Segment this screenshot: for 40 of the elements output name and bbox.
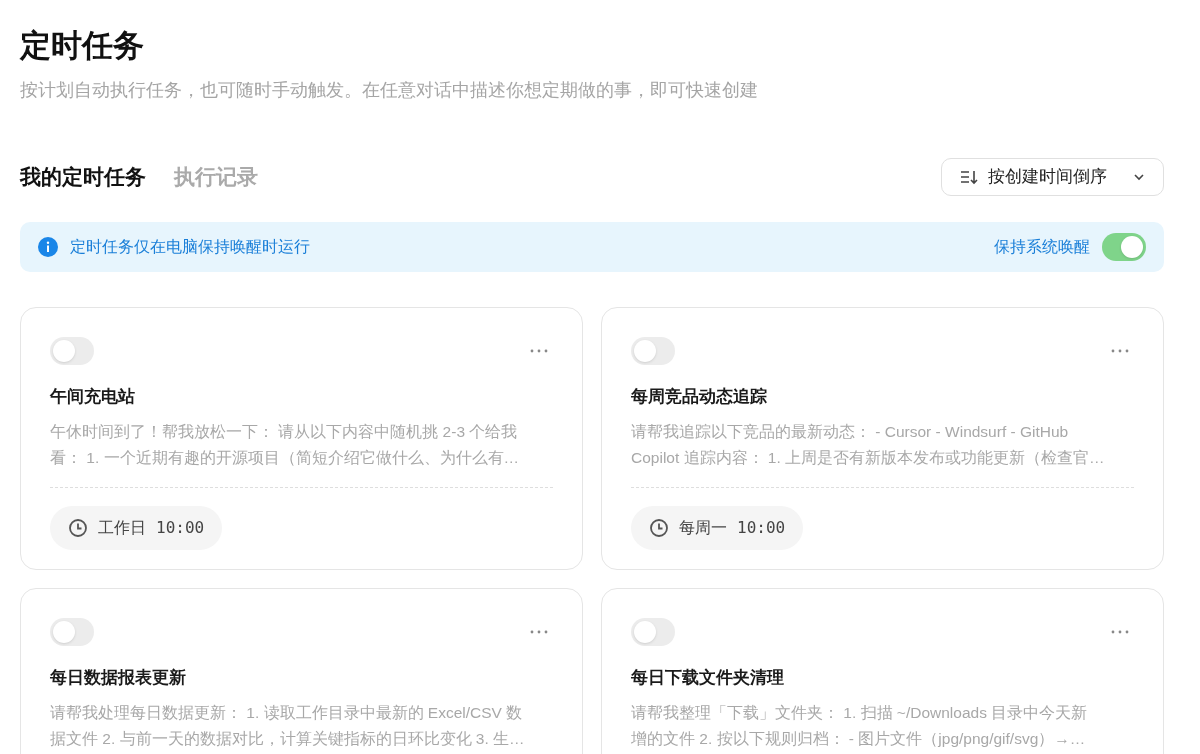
- task-description: 据文件 2. 与前一天的数据对比，计算关键指标的日环比变化 3. 生…: [50, 729, 526, 749]
- toggle-label: 保持系统唤醒: [994, 237, 1090, 257]
- more-icon: [529, 349, 549, 353]
- task-card[interactable]: 午间充电站 午休时间到了！帮我放松一下： 请从以下内容中随机挑 2-3 个给我 看： 1. 一个近期有趣的开源项目（简短介绍它做什么、为什么有… 工作日 10:00: [20, 307, 583, 570]
- task-title: 每周竞品动态追踪: [631, 386, 768, 408]
- task-description: 看： 1. 一个近期有趣的开源项目（简短介绍它做什么、为什么有…: [50, 448, 521, 468]
- task-description: 请帮我处理每日数据更新： 1. 读取工作目录中最新的 Excel/CSV 数: [50, 703, 524, 723]
- toggle-switch[interactable]: [50, 618, 94, 646]
- more-icon: [529, 630, 549, 634]
- toggle-switch[interactable]: [631, 337, 675, 365]
- task-description: Copilot 追踪内容： 1. 上周是否有新版本发布或功能更新（检查官…: [631, 448, 1106, 468]
- more-icon: [1110, 630, 1130, 634]
- schedule-time: 10:00: [156, 517, 205, 539]
- clock-icon: [68, 518, 88, 538]
- task-card[interactable]: 每周竞品动态追踪 请帮我追踪以下竞品的最新动态： - Cursor - Windsurf - GitHub Copilot 追踪内容： 1. 上周是否有新版本发布或功能更新（检查官… 每周一 10:00: [601, 307, 1164, 570]
- task-description: 午休时间到了！帮我放松一下： 请从以下内容中随机挑 2-3 个给我: [50, 422, 519, 442]
- tab[interactable]: 我的定时任务: [20, 163, 146, 191]
- toggle-switch[interactable]: [1102, 233, 1146, 261]
- clock-icon: [649, 518, 669, 538]
- more-icon: [1110, 349, 1130, 353]
- info-icon: [38, 237, 58, 257]
- task-title: 每日下载文件夹清理: [631, 667, 785, 689]
- task-description: 请帮我整理「下载」文件夹： 1. 扫描 ~/Downloads 目录中今天新: [631, 703, 1089, 723]
- schedule-day: 每周一: [679, 516, 727, 540]
- task-card[interactable]: 每日数据报表更新 请帮我处理每日数据更新： 1. 读取工作目录中最新的 Excel/CSV 数 据文件 2. 与前一天的数据对比，计算关键指标的日环比变化 3. 生…: [20, 588, 583, 754]
- task-description: 请帮我追踪以下竞品的最新动态： - Cursor - Windsurf - GitHub: [631, 422, 1070, 442]
- info-text: 定时任务仅在电脑保持唤醒时运行: [70, 237, 310, 257]
- task-card[interactable]: 每日下载文件夹清理 请帮我整理「下载」文件夹： 1. 扫描 ~/Downloads 目录中今天新 增的文件 2. 按以下规则归档： - 图片文件（jpg/png/gif/svg）→…: [601, 588, 1164, 754]
- page-title: 定时任务: [20, 27, 145, 65]
- schedule-day: 工作日: [98, 516, 146, 540]
- task-title: 午间充电站: [50, 386, 136, 408]
- sort-dropdown[interactable]: 按创建时间倒序: [941, 158, 1164, 196]
- task-description: 增的文件 2. 按以下规则归档： - 图片文件（jpg/png/gif/svg）→…: [631, 729, 1087, 749]
- chevron-down-icon: [1133, 173, 1145, 181]
- page-subtitle: 按计划自动执行任务，也可随时手动触发。在任意对话中描述你想定期做的事，即可快速创建: [20, 79, 759, 102]
- schedule-time: 10:00: [737, 517, 786, 539]
- sort-icon: [960, 169, 978, 185]
- toggle-switch[interactable]: [50, 337, 94, 365]
- task-title: 每日数据报表更新: [50, 667, 187, 689]
- toggle-switch[interactable]: [631, 618, 675, 646]
